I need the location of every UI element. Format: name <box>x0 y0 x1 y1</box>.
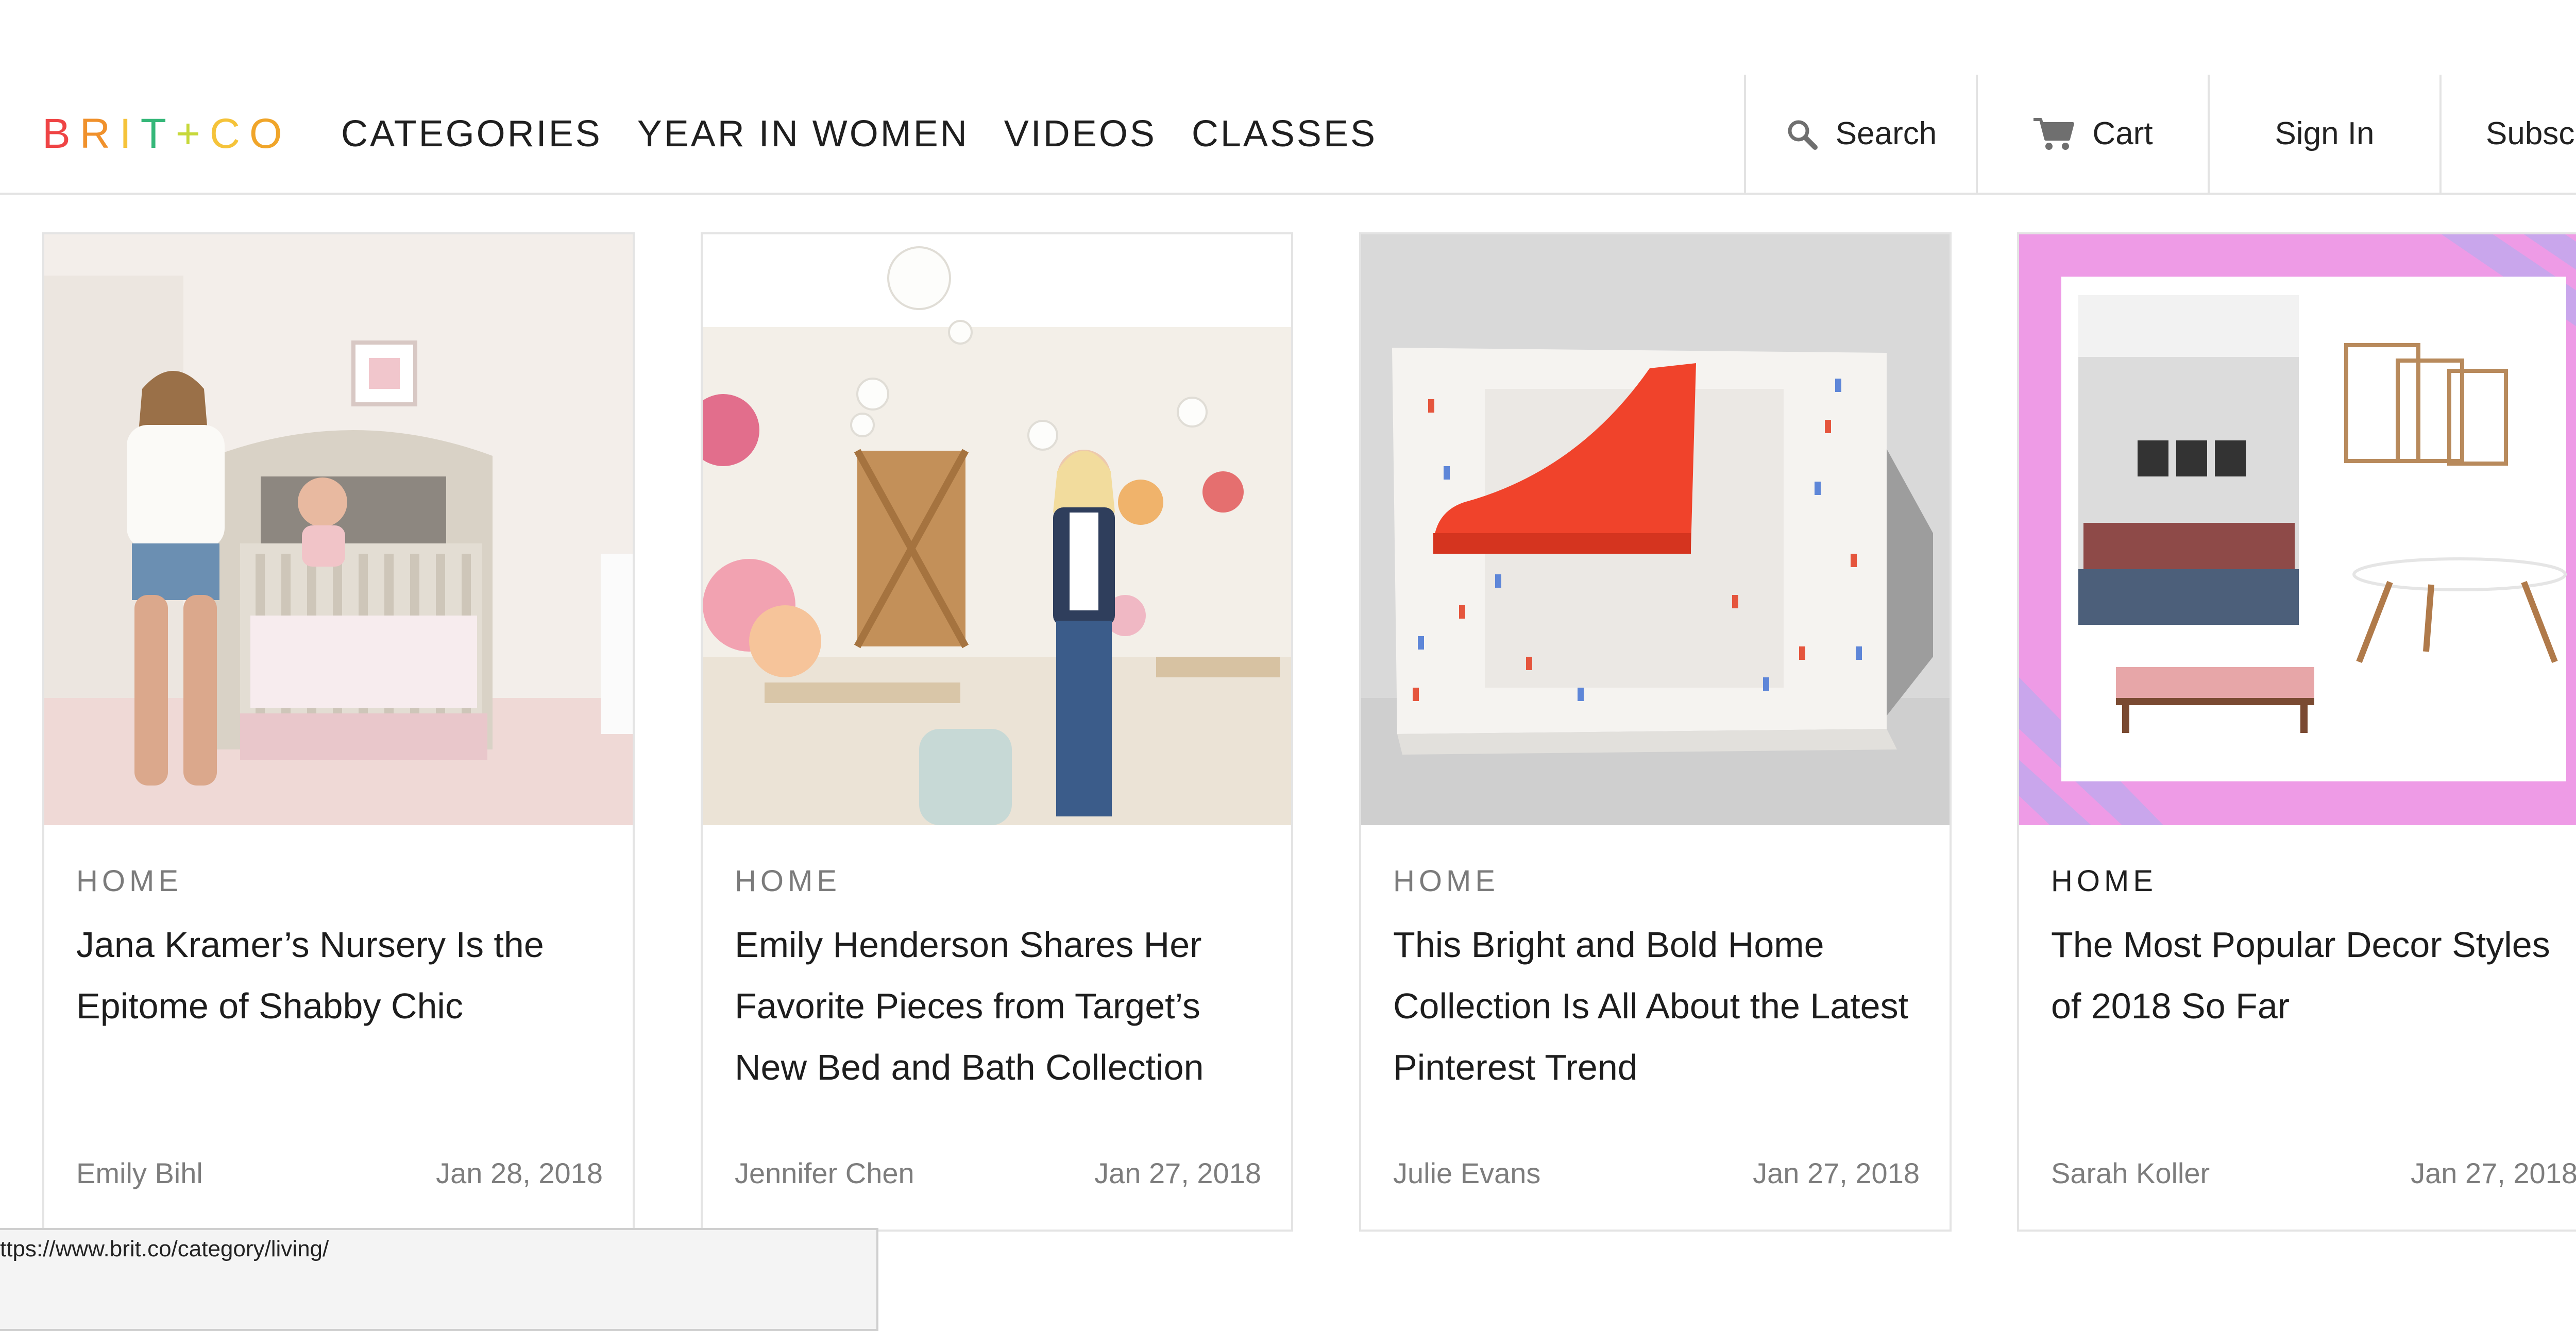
store-interior-photo[interactable] <box>703 234 1291 825</box>
card-date: Jan 28, 2018 <box>436 1157 603 1189</box>
search-button[interactable]: Search <box>1744 75 1976 193</box>
subscribe-label: Subscribe <box>2486 116 2576 151</box>
logo-letter: R <box>79 110 120 157</box>
card-author[interactable]: Jennifer Chen <box>735 1156 914 1190</box>
card-date: Jan 27, 2018 <box>2411 1157 2576 1189</box>
logo-letter: I <box>119 110 141 157</box>
nursery-photo[interactable] <box>44 234 633 825</box>
utility-nav: Search Cart Sign In Subscribe <box>1744 75 2576 193</box>
site-header: B R I T + C O CATEGORIES YEAR IN WOMEN V… <box>0 75 2576 195</box>
card-author[interactable]: Emily Bihl <box>76 1156 203 1190</box>
card-author[interactable]: Julie Evans <box>1393 1156 1540 1190</box>
article-card[interactable]: HOME This Bright and Bold Home Collectio… <box>1359 232 1952 1232</box>
brit-co-logo[interactable]: B R I T + C O <box>42 75 292 193</box>
card-title[interactable]: Emily Henderson Shares Her Favorite Piec… <box>735 914 1265 1098</box>
article-card[interactable]: HOME Emily Henderson Shares Her Favorite… <box>701 232 1293 1232</box>
card-category[interactable]: HOME <box>735 864 841 898</box>
nav-year-in-women[interactable]: YEAR IN WOMEN <box>637 113 969 155</box>
cart-label: Cart <box>2092 116 2153 151</box>
card-date: Jan 27, 2018 <box>1094 1157 1261 1189</box>
search-label: Search <box>1835 116 1937 151</box>
logo-letter: T <box>140 110 176 157</box>
card-category[interactable]: HOME <box>76 864 182 898</box>
logo-letter: B <box>42 110 80 157</box>
cart-icon <box>2032 116 2075 151</box>
nav-classes[interactable]: CLASSES <box>1192 113 1377 155</box>
main-nav: CATEGORIES YEAR IN WOMEN VIDEOS CLASSES <box>341 75 1377 193</box>
article-card[interactable]: HOME Jana Kramer’s Nursery Is the Epitom… <box>42 232 635 1232</box>
nav-videos[interactable]: VIDEOS <box>1004 113 1157 155</box>
sign-in-label: Sign In <box>2275 116 2375 151</box>
card-date: Jan 27, 2018 <box>1753 1157 1920 1189</box>
card-title[interactable]: This Bright and Bold Home Collection Is … <box>1393 914 1924 1098</box>
card-category[interactable]: HOME <box>1393 864 1499 898</box>
subscribe-button[interactable]: Subscribe <box>2439 75 2576 193</box>
terrazzo-chair-photo[interactable] <box>1361 234 1950 825</box>
card-title[interactable]: Jana Kramer’s Nursery Is the Epitome of … <box>76 914 607 1037</box>
logo-letter: + <box>175 110 210 157</box>
cart-button[interactable]: Cart <box>1976 75 2208 193</box>
card-title[interactable]: The Most Popular Decor Styles of 2018 So… <box>2051 914 2576 1037</box>
status-url-bar: ttps://www.brit.co/category/living/ <box>0 1228 878 1331</box>
card-category[interactable]: HOME <box>2051 864 2157 898</box>
decor-collage-photo[interactable] <box>2019 234 2576 825</box>
card-author[interactable]: Sarah Koller <box>2051 1156 2210 1190</box>
logo-letter: O <box>249 110 292 157</box>
logo-letter: C <box>209 110 249 157</box>
search-icon <box>1785 117 1818 150</box>
status-url: ttps://www.brit.co/category/living/ <box>0 1236 329 1261</box>
nav-categories[interactable]: CATEGORIES <box>341 113 602 155</box>
article-card[interactable]: HOME The Most Popular Decor Styles of 20… <box>2017 232 2576 1232</box>
sign-in-button[interactable]: Sign In <box>2208 75 2439 193</box>
